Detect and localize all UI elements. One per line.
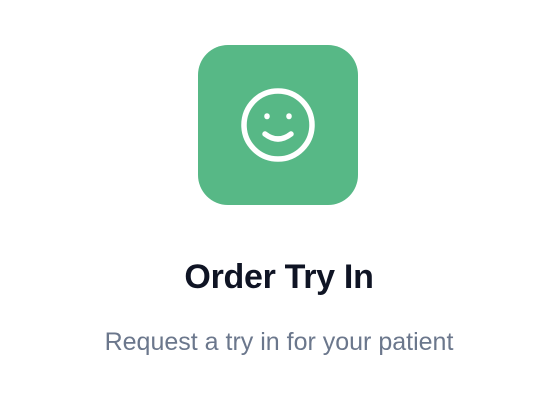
icon-tile xyxy=(198,45,358,205)
card-subtitle: Request a try in for your patient xyxy=(104,328,454,356)
order-try-in-card[interactable]: Order Try In Request a try in for your p… xyxy=(0,0,550,408)
smiley-face-icon xyxy=(241,88,315,162)
card-title: Order Try In xyxy=(184,258,374,296)
